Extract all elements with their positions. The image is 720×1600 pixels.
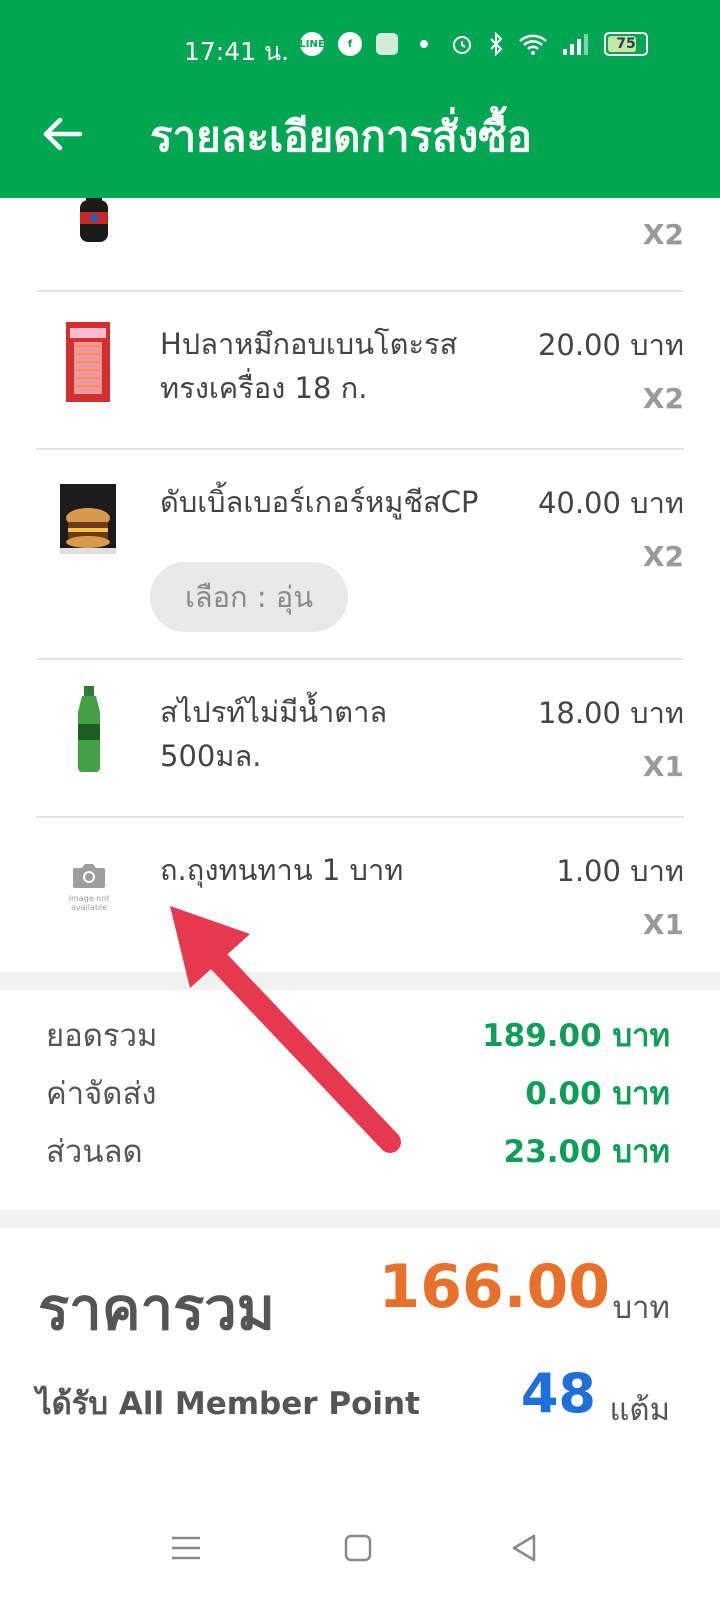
points-label: ได้รับ All Member Point (36, 1386, 420, 1422)
battery-level: 75 (616, 36, 636, 52)
discount-row: ส่วนลด 23.00 บาท (46, 1126, 670, 1176)
item-name: Hปลาหมึกอบเบนโตะรส ทรงเครื่อง 18 ก. (160, 327, 458, 405)
total-label: ราคารวม (38, 1275, 276, 1343)
points-value: 48 (520, 1362, 596, 1425)
menu-icon[interactable] (166, 1528, 206, 1568)
list-item[interactable]: สไปรท์ไม่มีน้ำตาล 500มล. 18.00 บาท X1 (36, 658, 684, 816)
total-value: 166.00 (378, 1252, 610, 1322)
list-item[interactable]: ดับเบิ้ลเบอร์เกอร์หมูชีสCP 40.00 บาท X2 … (36, 448, 684, 658)
facebook-icon: f (338, 32, 362, 56)
item-name: สไปรท์ไม่มีน้ำตาล 500มล. (160, 695, 388, 773)
item-price: 20.00 บาท (537, 328, 684, 362)
dot-icon (420, 40, 428, 48)
line-icon: LINE (299, 32, 325, 56)
back-arrow-icon[interactable] (38, 110, 86, 158)
pepsi-bottle-thumbnail (80, 190, 108, 242)
bluetooth-icon (490, 32, 503, 56)
item-name: ดับเบิ้ลเบอร์เกอร์หมูชีสCP (160, 485, 479, 519)
delivery-label: ค่าจัดส่ง (46, 1076, 157, 1112)
status-bar: 17:41 น. LINE f 75 (0, 22, 720, 70)
home-square-icon[interactable] (338, 1528, 378, 1568)
item-price: 18.00 บาท (537, 696, 684, 730)
item-quantity: X2 (642, 382, 684, 415)
subtotal-row: ยอดรวม 189.00 บาท (46, 1010, 670, 1060)
item-name: ถ.ถุงทนทาน 1 บาท (160, 853, 404, 887)
delivery-row: ค่าจัดส่ง 0.00 บาท (46, 1068, 670, 1118)
item-price: 1.00 บาท (556, 854, 684, 888)
subtotal-label: ยอดรวม (46, 1018, 158, 1054)
points-unit: แต้ม (609, 1392, 670, 1428)
item-quantity: X2 (642, 540, 684, 573)
sprite-bottle-thumbnail (78, 686, 100, 772)
item-quantity: X2 (642, 218, 684, 251)
discount-label: ส่วนลด (46, 1134, 143, 1170)
signal-icon (563, 34, 588, 55)
squid-snack-thumbnail (66, 322, 110, 402)
discount-value: 23.00 บาท (503, 1134, 670, 1170)
list-item[interactable]: image not available ถ.ถุงทนทาน 1 บาท 1.0… (36, 816, 684, 974)
item-price: 40.00 บาท (537, 486, 684, 520)
delivery-value: 0.00 บาท (525, 1076, 670, 1112)
image-not-available-thumbnail: image not available (64, 862, 114, 918)
camera-icon (73, 864, 105, 888)
burger-pack-thumbnail (60, 484, 116, 554)
item-quantity: X1 (642, 750, 684, 783)
battery-icon: 75 (604, 32, 648, 56)
status-time: 17:41 น. (184, 37, 290, 66)
total-unit: บาท (612, 1290, 670, 1326)
page-title: รายละเอียดการสั่งซื้อ (150, 112, 532, 161)
item-quantity: X1 (642, 908, 684, 941)
section-divider (0, 1210, 720, 1228)
app-icon (376, 33, 398, 55)
list-item[interactable]: X2 (36, 190, 684, 290)
subtotal-value: 189.00 บาท (482, 1018, 670, 1054)
status-icons: LINE f 75 (299, 32, 648, 56)
alarm-icon (453, 36, 471, 54)
section-divider (0, 972, 720, 990)
order-items-list: X2 Hปลาหมึกอบเบนโตะรส ทรงเครื่อง 18 ก. 2… (0, 190, 720, 974)
list-item[interactable]: Hปลาหมึกอบเบนโตะรส ทรงเครื่อง 18 ก. 20.0… (36, 290, 684, 448)
wifi-icon (519, 34, 547, 55)
system-nav-bar (0, 1500, 720, 1600)
app-header: 17:41 น. LINE f 75 รายละเอียดการสั่งซื้อ (0, 0, 720, 198)
back-triangle-icon[interactable] (504, 1528, 544, 1568)
image-not-available-text: image not available (68, 894, 110, 912)
item-option-chip[interactable]: เลือก : อุ่น (150, 562, 348, 632)
